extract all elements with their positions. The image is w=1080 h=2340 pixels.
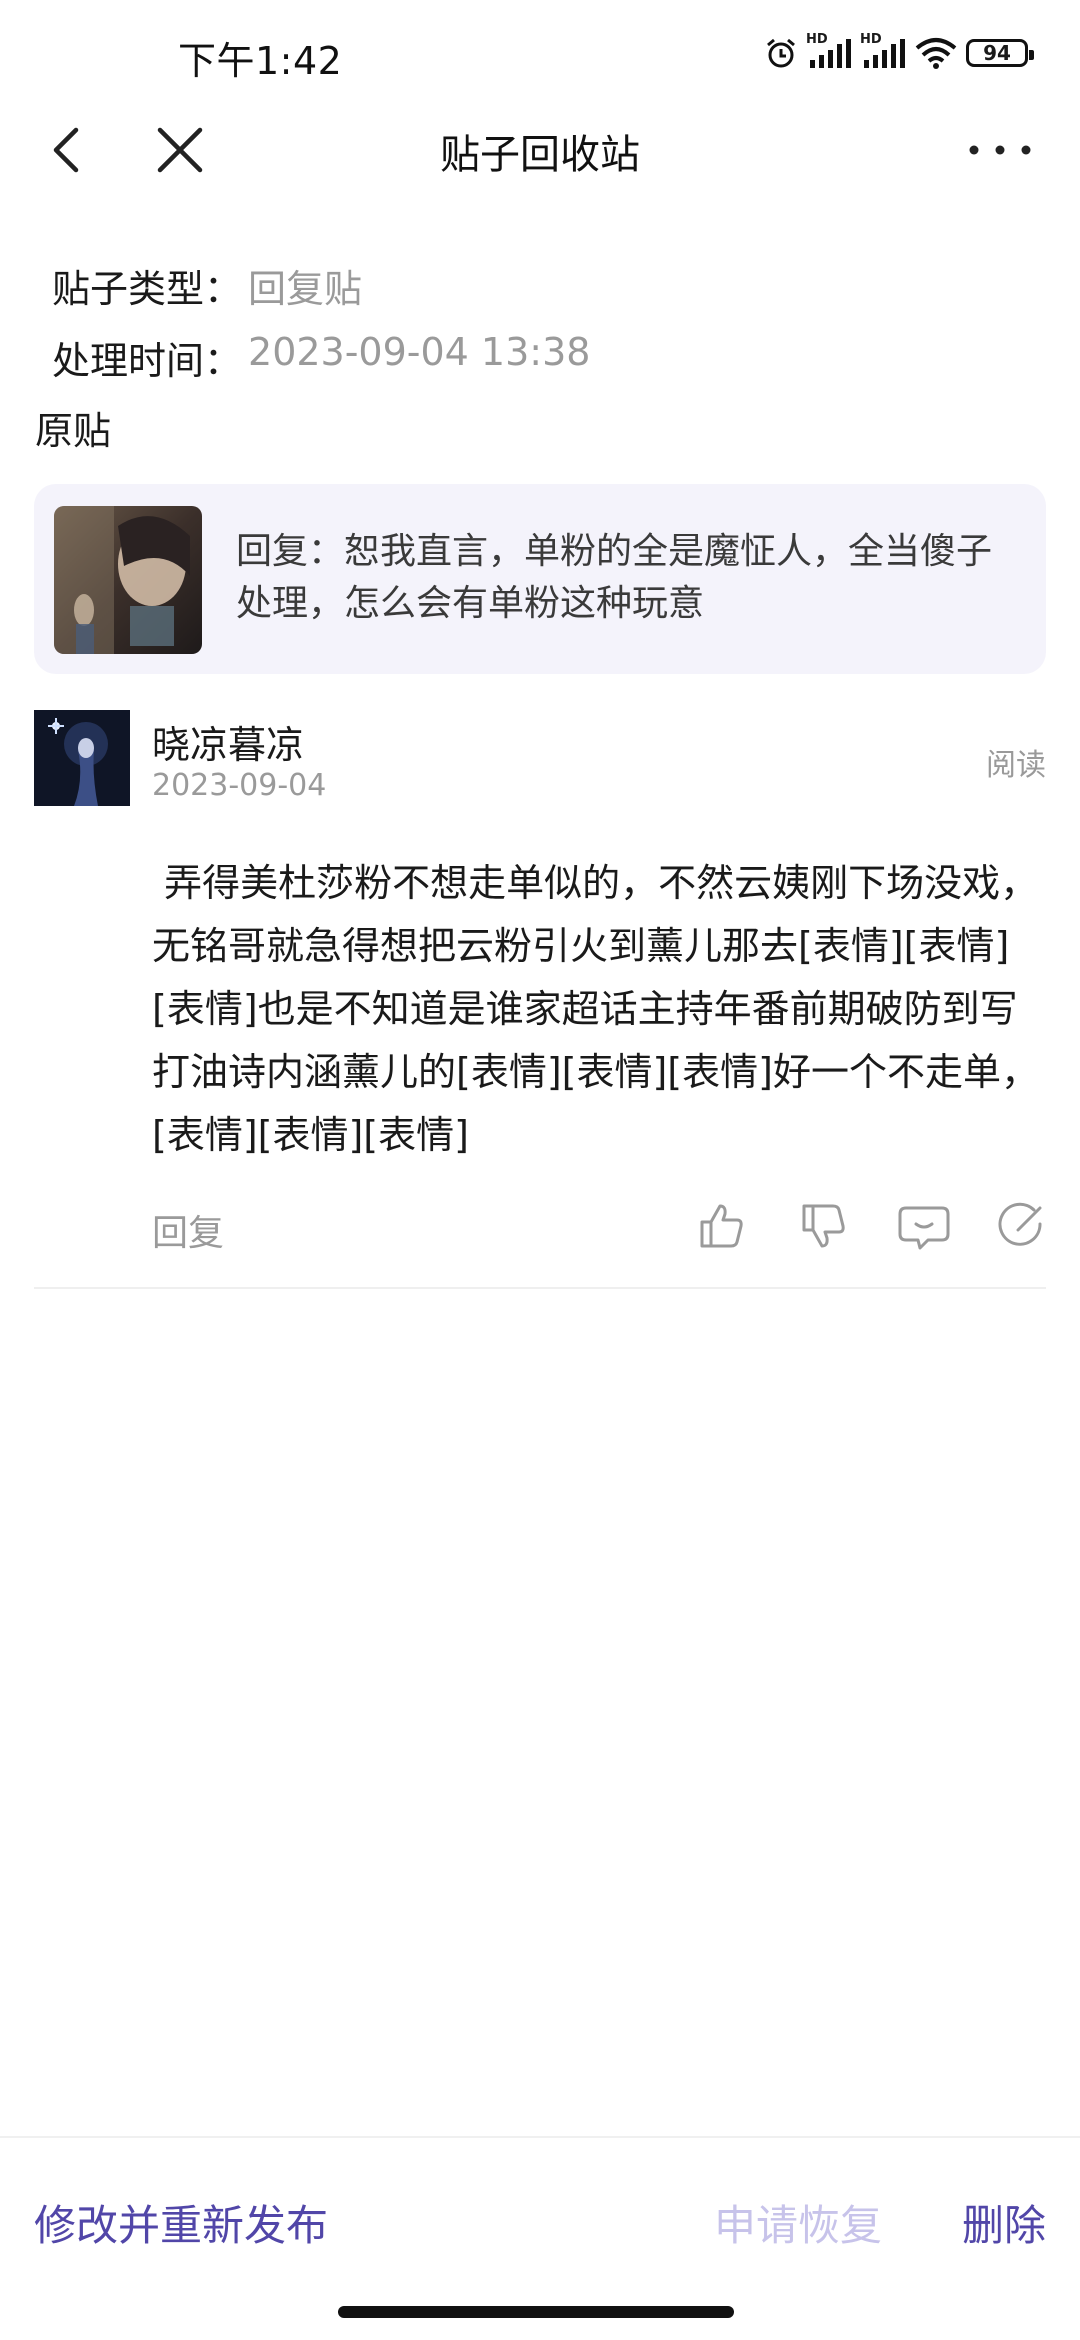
share-button[interactable] [994,1198,1050,1254]
original-post-title: 原贴 [35,409,112,453]
home-indicator[interactable] [338,2306,734,2318]
comment-button[interactable] [896,1198,952,1254]
post-type-label: 贴子类型： [52,267,243,311]
alarm-icon [767,38,795,68]
original-post-thumbnail [54,506,202,654]
status-time: 下午1:42 [178,39,343,83]
like-icon [700,1204,743,1248]
comment-body: 弄得美杜莎粉不想走单似的，不然云姨刚下场没戏，无铭哥就急得想把云粉引火到薰儿那去… [152,861,1039,1157]
page-title: 贴子回收站 [440,132,640,178]
dislike-button[interactable] [796,1198,852,1254]
more-button[interactable] [960,118,1040,182]
delete-button[interactable]: 删除 [962,2192,1046,2253]
battery-level: 94 [983,41,1011,65]
request-restore-button[interactable]: 申请恢复 [714,2192,882,2253]
status-icons: HD HD 94 [764,32,1034,70]
like-button[interactable] [694,1198,750,1254]
post-type-value: 回复贴 [248,267,363,311]
wifi-icon [915,38,957,69]
battery-icon: 94 [966,39,1034,67]
share-icon [998,1202,1042,1246]
signal-icon-2: HD [860,32,906,70]
original-post-card[interactable]: 回复：恕我直言，单粉的全是魔怔人，全当傻子处理，怎么会有单粉这种玩意 [34,484,1046,674]
process-time-label: 处理时间： [52,339,243,383]
more-icon [969,145,1031,155]
comment-icon [898,1206,950,1250]
comment-username[interactable]: 晓凉暮凉 [152,714,304,769]
post-type-row: 贴子类型： 回复贴 [52,258,362,313]
edit-republish-button[interactable]: 修改并重新发布 [34,2192,328,2253]
process-time-value: 2023-09-04 13:38 [248,330,591,374]
read-button[interactable]: 阅读 [986,740,1046,784]
process-time-row: 处理时间： 2023-09-04 13:38 [52,330,590,385]
dislike-icon [802,1204,845,1248]
comment-date: 2023-09-04 [152,768,327,803]
signal-icon: HD [806,32,852,70]
avatar[interactable] [34,710,130,806]
comment-divider [34,1287,1046,1289]
reply-button[interactable]: 回复 [152,1204,224,1256]
original-post-text: 回复：恕我直言，单粉的全是魔怔人，全当傻子处理，怎么会有单粉这种玩意 [236,531,993,624]
bottom-bar-divider [0,2136,1080,2138]
